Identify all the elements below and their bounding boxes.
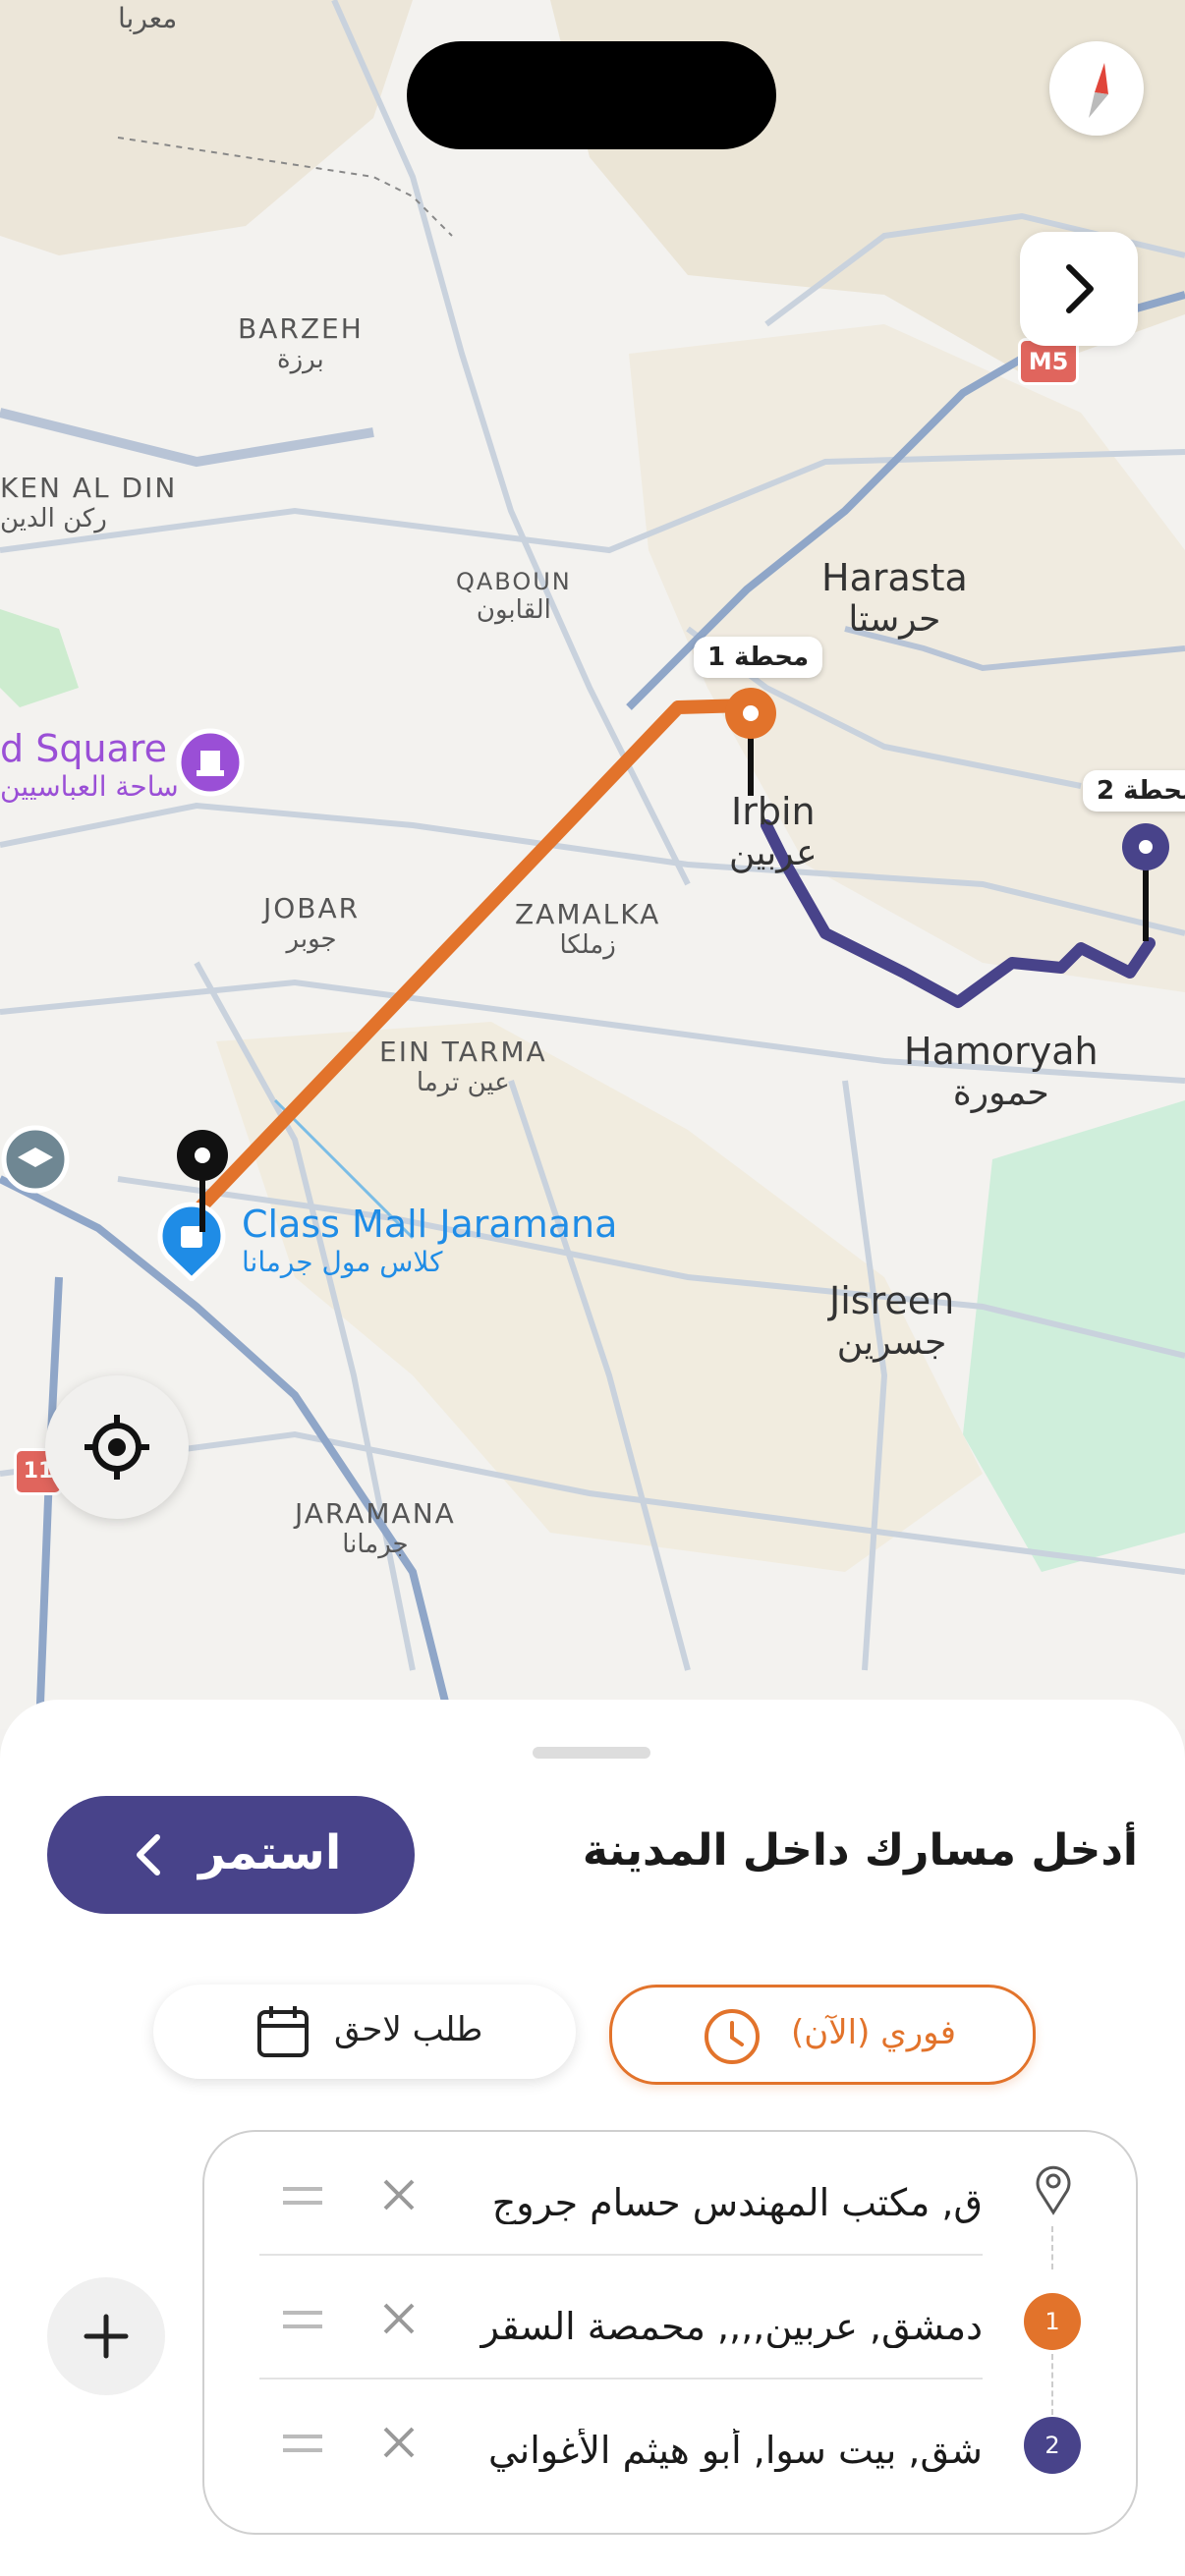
stop-row-1[interactable]: دمشق, عربين,,,, محمصة السقر <box>259 2266 983 2387</box>
stop2-tag: محطة 2 <box>1083 770 1185 812</box>
drag-handle-icon[interactable] <box>281 2433 324 2456</box>
chevron-left-icon <box>137 1834 160 1876</box>
drag-handle-icon[interactable] <box>281 2185 324 2209</box>
expand-panel-button[interactable] <box>1020 232 1138 346</box>
divider <box>259 2254 983 2256</box>
place-label-ein-tarma: EIN TARMA عين ترما <box>379 1036 547 1097</box>
place-label-jisreen: Jisreen جسرين <box>829 1279 955 1363</box>
stop-row-2[interactable]: شق, بيت سوا, أبو هيثم الأغواني <box>259 2389 983 2511</box>
place-label-jaramana: JARAMANA جرمانا <box>295 1497 456 1559</box>
stop-address[interactable]: ق, مكتب المهندس حسام جروج <box>432 2181 983 2224</box>
stop-address[interactable]: شق, بيت سوا, أبو هيثم الأغواني <box>432 2429 983 2472</box>
my-location-button[interactable] <box>45 1375 189 1519</box>
compass-icon <box>1089 63 1108 118</box>
stops-list: ق, مكتب المهندس حسام جروج دمشق, عربين,,,… <box>202 2130 1138 2535</box>
mode-now-button[interactable]: فوري (الآن) <box>609 1985 1036 2085</box>
pin-icon <box>1036 2165 1071 2215</box>
stop2-pin-icon[interactable] <box>1116 819 1175 947</box>
poi-label-mall[interactable]: Class Mall Jaramana كلاس مول جرمانا <box>242 1203 617 1278</box>
stop1-pin-icon[interactable] <box>721 684 780 802</box>
route-sheet: أدخل مسارك داخل المدينة استمر فوري (الآن… <box>0 1700 1185 2576</box>
place-label-jobar: JOBAR جوبر <box>263 892 361 954</box>
sheet-title: أدخل مسارك داخل المدينة <box>582 1825 1138 1876</box>
place-label-hamoryah: Hamoryah حمورة <box>904 1030 1099 1113</box>
place-label-irbin: Irbin عربين <box>729 790 818 873</box>
add-stop-button[interactable] <box>47 2277 165 2395</box>
mode-later-button[interactable]: طلب لاحق <box>153 1985 576 2079</box>
connector-line <box>1051 2226 1055 2269</box>
stop1-marker: 1 <box>1024 2293 1081 2350</box>
stop-row-pickup[interactable]: ق, مكتب المهندس حسام جروج <box>259 2142 983 2264</box>
map-view[interactable]: معربا BARZEH برزة KEN AL DIN ركن الدين QAB… <box>0 0 1185 1729</box>
remove-stop-icon[interactable] <box>381 2425 417 2460</box>
poi-landmark-icon[interactable] <box>173 727 248 810</box>
divider <box>259 2378 983 2380</box>
remove-stop-icon[interactable] <box>381 2177 417 2212</box>
poi-label-square[interactable]: d Square ساحة العباسيين <box>0 727 179 803</box>
sheet-grab-handle[interactable] <box>533 1747 650 1759</box>
stop1-tag: محطة 1 <box>694 637 823 678</box>
place-label-qaboun: QABOUN القابون <box>456 568 572 625</box>
compass-button[interactable] <box>1049 41 1144 136</box>
continue-label: استمر <box>198 1825 342 1880</box>
remove-stop-icon[interactable] <box>381 2301 417 2336</box>
plus-icon <box>84 2314 129 2359</box>
continue-button[interactable]: استمر <box>47 1796 415 1914</box>
drag-handle-icon[interactable] <box>281 2309 324 2332</box>
place-label: معربا <box>118 2 178 34</box>
calendar-icon <box>257 2006 309 2057</box>
camera-notch <box>407 41 776 149</box>
stop-address[interactable]: دمشق, عربين,,,, محمصة السقر <box>432 2305 983 2348</box>
mode-now-label: فوري (الآن) <box>791 2013 956 2052</box>
place-label-rukn-al-din: KEN AL DIN ركن الدين <box>0 472 178 533</box>
mode-later-label: طلب لاحق <box>334 2010 483 2049</box>
pickup-pin-icon[interactable] <box>173 1128 232 1236</box>
stop2-marker: 2 <box>1024 2417 1081 2474</box>
place-label-barzeh: BARZEH برزة <box>238 312 364 374</box>
connector-line <box>1051 2354 1055 2415</box>
chevron-right-icon <box>1066 264 1094 313</box>
crosshair-icon <box>85 1415 149 1480</box>
clock-icon <box>705 2009 760 2064</box>
school-icon[interactable] <box>0 1124 71 1195</box>
place-label-harasta: Harasta حرستا <box>821 556 968 640</box>
place-label-zamalka: ZAMALKA زملكا <box>515 898 661 960</box>
